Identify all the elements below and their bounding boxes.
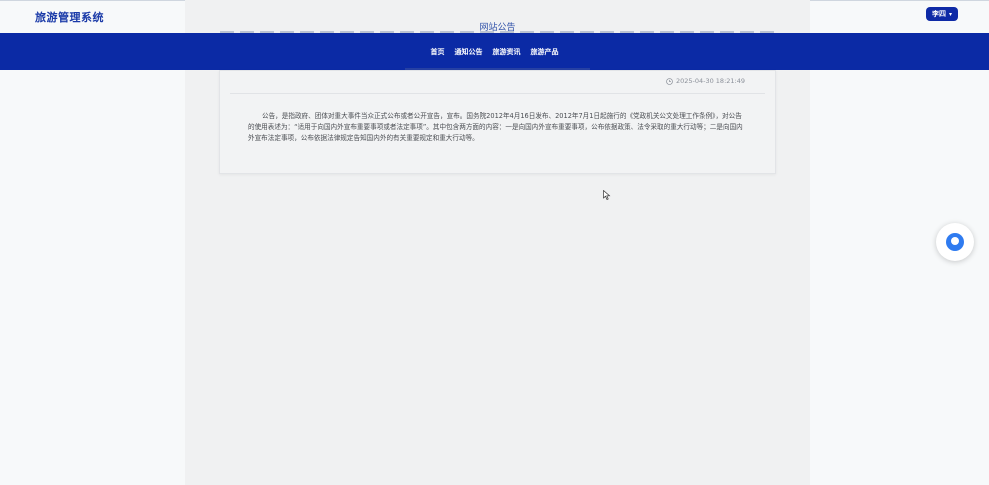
user-menu-button[interactable]: 李四 ▾ — [926, 7, 959, 21]
chat-float-icon — [946, 233, 964, 251]
notice-timestamp: 2025-04-30 18:21:49 — [675, 77, 745, 85]
notice-meta: 2025-04-30 18:21:49 — [666, 77, 745, 85]
clock-icon — [666, 77, 673, 85]
brand-title: 旅游管理系统 — [35, 11, 104, 24]
notice-body: 公告，是指政府、团体对重大事件当众正式公布或者公开宣告，宣布。国务院2012年4… — [248, 112, 743, 142]
nav-item-travel-news[interactable]: 旅游资讯 — [493, 45, 521, 59]
divider — [230, 93, 765, 94]
user-name: 李四 — [932, 10, 946, 18]
nav-item-home[interactable]: 首页 — [431, 45, 445, 59]
nav-item-notices[interactable]: 通知公告 — [455, 45, 483, 59]
nav-item-travel-products[interactable]: 旅游产品 — [531, 45, 559, 59]
main-navbar: 首页 通知公告 旅游资讯 旅游产品 — [0, 33, 989, 70]
nav-menu: 首页 通知公告 旅游资讯 旅游产品 — [0, 33, 989, 70]
cursor-icon — [603, 190, 611, 200]
chat-float-button[interactable] — [936, 223, 974, 261]
chevron-down-icon: ▾ — [949, 11, 953, 18]
notice-card: 2025-04-30 18:21:49 公告，是指政府、团体对重大事件当众正式公… — [219, 70, 776, 174]
